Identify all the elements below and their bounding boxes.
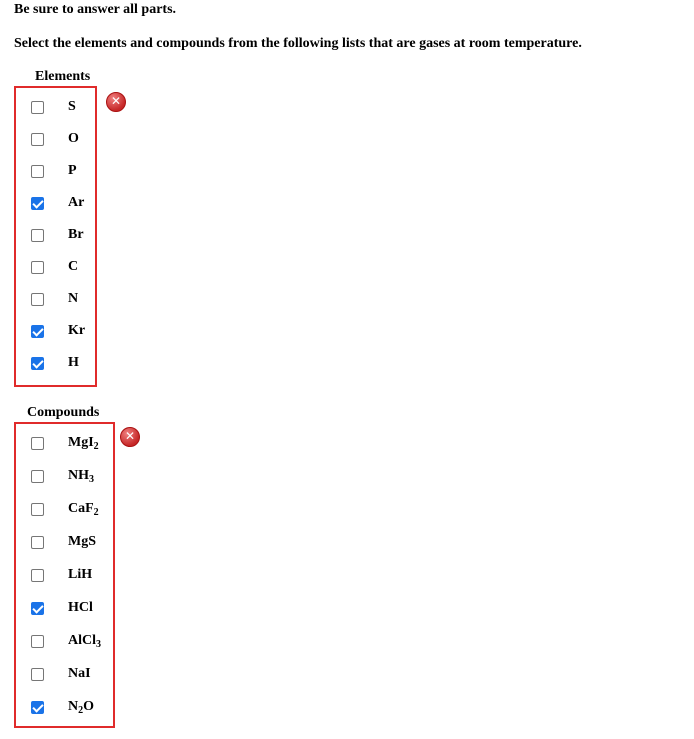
incorrect-x-icon: ✕	[120, 427, 140, 447]
checkbox-checked[interactable]	[31, 197, 44, 210]
elements-title: Elements	[35, 69, 91, 84]
element-label: O	[68, 131, 79, 146]
elements-list: S O P Ar Br C N Kr H	[14, 86, 97, 387]
element-option[interactable]: S	[16, 96, 95, 120]
compound-label: MgI2	[68, 435, 99, 452]
element-option[interactable]: H	[16, 352, 95, 376]
element-label: S	[68, 99, 76, 114]
checkbox[interactable]	[31, 503, 44, 516]
compound-option[interactable]: AlCl3	[16, 630, 113, 654]
compound-label: N2O	[68, 699, 95, 716]
element-option[interactable]: Kr	[16, 320, 95, 344]
element-label: Kr	[68, 323, 86, 338]
incorrect-x-icon: ✕	[106, 92, 126, 112]
compound-option[interactable]: LiH	[16, 564, 113, 588]
checkbox[interactable]	[31, 101, 44, 114]
element-label: H	[68, 355, 79, 370]
compound-label: AlCl3	[68, 633, 101, 650]
element-option[interactable]: C	[16, 256, 95, 280]
element-label: N	[68, 291, 79, 306]
checkbox[interactable]	[31, 470, 44, 483]
compound-label: NH3	[68, 468, 94, 485]
checkbox[interactable]	[31, 165, 44, 178]
compound-option[interactable]: HCl	[16, 597, 113, 621]
compounds-list: MgI2 NH3 CaF2 MgS LiH HCl AlCl3 NaI N2O	[14, 422, 115, 728]
element-option[interactable]: Ar	[16, 192, 95, 216]
checkbox[interactable]	[31, 536, 44, 549]
checkbox[interactable]	[31, 293, 44, 306]
checkbox-checked[interactable]	[31, 357, 44, 370]
compound-label: NaI	[68, 666, 91, 681]
checkbox-checked[interactable]	[31, 325, 44, 338]
compound-option[interactable]: N2O	[16, 696, 113, 720]
instruction-answer-all: Be sure to answer all parts.	[14, 2, 177, 17]
element-option[interactable]: Br	[16, 224, 95, 248]
element-option[interactable]: O	[16, 128, 95, 152]
checkbox[interactable]	[31, 437, 44, 450]
compound-option[interactable]: MgS	[16, 531, 113, 555]
checkbox[interactable]	[31, 668, 44, 681]
compound-option[interactable]: NH3	[16, 465, 113, 489]
element-label: Ar	[68, 195, 85, 210]
compound-label: MgS	[68, 534, 96, 549]
checkbox-checked[interactable]	[31, 701, 44, 714]
compounds-title: Compounds	[27, 405, 100, 420]
checkbox[interactable]	[31, 569, 44, 582]
element-label: P	[68, 163, 77, 178]
compound-option[interactable]: NaI	[16, 663, 113, 687]
checkbox[interactable]	[31, 261, 44, 274]
element-label: C	[68, 259, 79, 274]
element-option[interactable]: P	[16, 160, 95, 184]
instruction-question: Select the elements and compounds from t…	[14, 36, 582, 51]
element-option[interactable]: N	[16, 288, 95, 312]
checkbox[interactable]	[31, 635, 44, 648]
checkbox[interactable]	[31, 229, 44, 242]
compound-label: CaF2	[68, 501, 99, 518]
checkbox-checked[interactable]	[31, 602, 44, 615]
compound-label: LiH	[68, 567, 93, 582]
compound-option[interactable]: MgI2	[16, 432, 113, 456]
element-label: Br	[68, 227, 84, 242]
compound-option[interactable]: CaF2	[16, 498, 113, 522]
checkbox[interactable]	[31, 133, 44, 146]
compound-label: HCl	[68, 600, 93, 615]
